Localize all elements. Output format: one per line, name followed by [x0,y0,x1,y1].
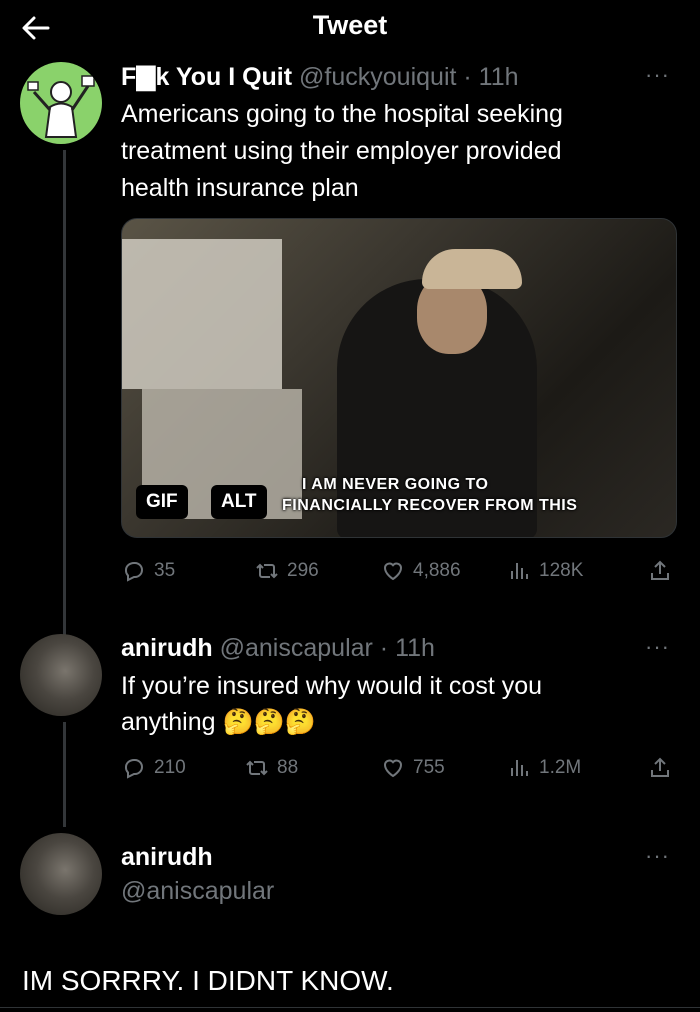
author-handle[interactable]: @aniscapular · 11h [220,634,435,662]
retweet-button[interactable]: 88 [245,756,298,780]
retweet-button[interactable]: 296 [255,559,319,583]
views-count: 128K [539,560,584,581]
gif-caption: I AM NEVER GOING TO FINANCIALLY RECOVER … [282,474,577,516]
background-shelf [122,239,282,389]
tweet-text-line: anything 🤔🤔🤔 [121,708,316,736]
views-icon [511,563,528,579]
like-button[interactable]: 755 [381,756,445,780]
share-icon [651,560,669,580]
like-count: 755 [413,757,445,778]
reply-icon [124,562,144,582]
gif-badge: GIF [136,485,188,519]
tweet-header: anirudh @aniscapular · 11h [121,634,435,663]
reply-count: 210 [154,757,186,778]
author-name[interactable]: anirudh [121,634,213,662]
divider [0,1007,700,1008]
reply-icon [124,759,144,779]
tweet-text-line: treatment using their employer provided [121,137,562,165]
author-handle[interactable]: @fuckyouiquit · 11h [299,63,518,91]
like-button[interactable]: 4,886 [381,559,461,583]
top-bar: Tweet [0,0,700,56]
more-icon[interactable]: ··· [645,62,670,88]
retweet-icon [256,563,278,579]
share-icon [651,757,669,777]
caption-line: I AM NEVER GOING TO [302,476,489,493]
alt-badge[interactable]: ALT [211,485,267,519]
author-name[interactable]: F▇k You I Quit [121,63,292,91]
views-count: 1.2M [539,757,582,778]
retweet-count: 296 [287,560,319,581]
like-count: 4,886 [413,560,461,581]
retweet-icon [246,760,268,776]
like-icon [383,759,403,778]
more-icon[interactable]: ··· [645,843,670,869]
man-cap [422,249,522,289]
tweet-text-line: Americans going to the hospital seeking [121,100,563,128]
focused-tweet-text: IM SORRRY. I DIDNT KNOW. [22,965,394,996]
share-button[interactable] [648,559,672,583]
retweet-count: 88 [277,757,299,778]
views-icon [511,760,528,776]
author-name[interactable]: anirudh [121,843,213,872]
reply-count: 35 [154,560,176,581]
more-icon[interactable]: ··· [645,634,670,660]
views-button[interactable]: 128K [507,559,583,583]
share-button[interactable] [648,756,672,780]
tweet-text-line: health insurance plan [121,174,359,202]
like-icon [383,562,403,581]
avatar[interactable] [20,634,102,716]
page-title: Tweet [312,10,388,40]
thread-connector [63,150,66,635]
avatar[interactable] [20,833,102,915]
tweet-text-line: If you’re insured why would it cost you [121,672,543,700]
reply-button[interactable]: 210 [122,756,186,780]
views-button[interactable]: 1.2M [507,756,581,780]
avatar[interactable] [20,62,102,144]
tweet-header: F▇k You I Quit @fuckyouiquit · 11h [121,62,519,92]
thread-connector [63,722,66,827]
caption-line: FINANCIALLY RECOVER FROM THIS [282,497,578,514]
author-handle[interactable]: @aniscapular [121,877,274,906]
gif-media[interactable]: I AM NEVER GOING TO FINANCIALLY RECOVER … [121,218,677,538]
reply-button[interactable]: 35 [122,559,175,583]
